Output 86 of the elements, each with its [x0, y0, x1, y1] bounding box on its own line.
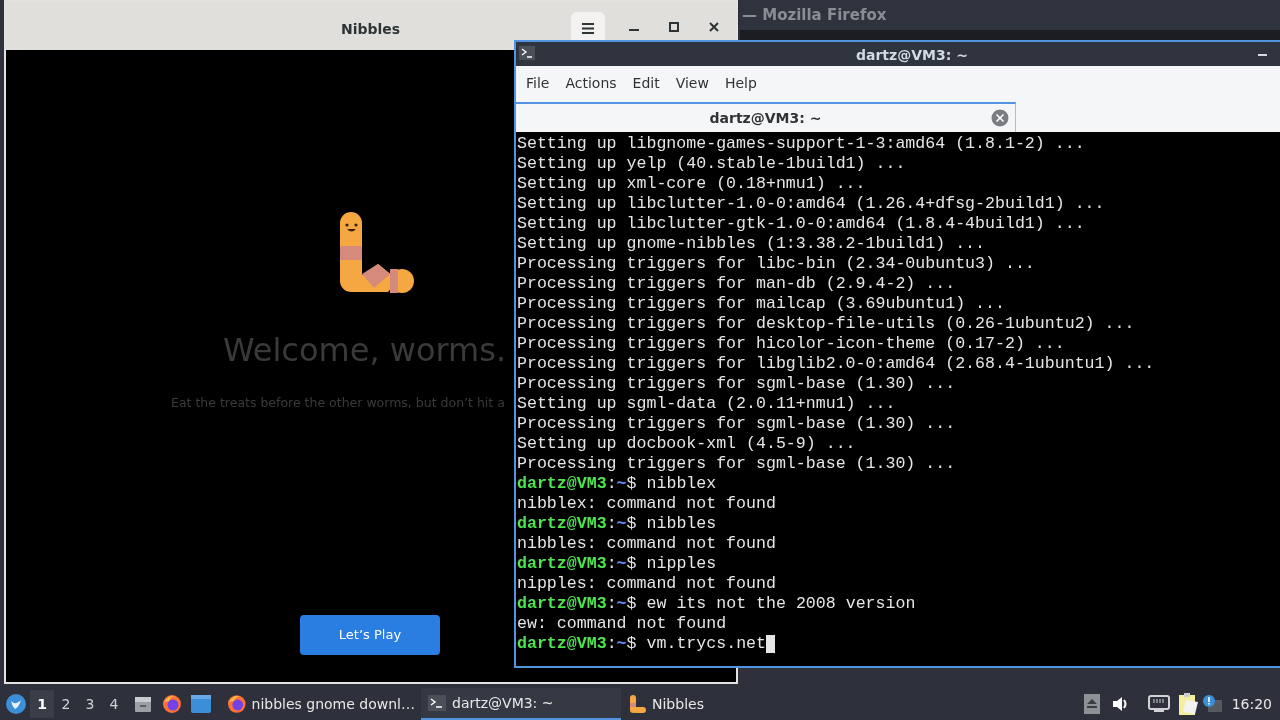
- window-title: — Mozilla Firefox: [742, 4, 887, 26]
- terminal-icon: [427, 693, 447, 713]
- menu-icon: [582, 22, 594, 34]
- terminal-command: vm.trycs.net: [646, 634, 767, 654]
- browser-icon[interactable]: [162, 694, 182, 714]
- prompt-path: ~: [616, 474, 627, 494]
- clipboard-icon[interactable]: [1177, 692, 1200, 716]
- welcome-heading: Welcome, worms.: [223, 330, 507, 371]
- workspace-button[interactable]: 4: [102, 690, 126, 718]
- eject-icon[interactable]: [1083, 694, 1100, 714]
- tab-label: dartz@VM3: ~: [709, 108, 822, 128]
- prompt-user: dartz@VM3: [517, 594, 607, 614]
- task-label: Nibbles: [652, 694, 704, 714]
- minimize-icon[interactable]: [629, 29, 639, 32]
- terminal-output-line: nipples: command not found: [517, 574, 777, 594]
- terminal-output-line: Processing triggers for sgml-base (1.30) ...: [517, 374, 957, 394]
- terminal-output-line: Processing triggers for mailcap (3.69ubuntu1) ...: [517, 294, 1006, 314]
- terminal-output-line: Setting up yelp (40.stable-1build1) ...: [517, 154, 907, 174]
- clock[interactable]: 16:20: [1231, 693, 1272, 715]
- prompt-user: dartz@VM3: [517, 514, 607, 534]
- prompt-path: ~: [616, 514, 627, 534]
- terminal-icon[interactable]: [519, 46, 535, 60]
- prompt-path: ~: [616, 554, 627, 574]
- menu-item[interactable]: Help: [716, 68, 765, 98]
- terminal-output-line: Setting up libclutter-1.0-0:amd64 (1.26.4+dfsg-2build1) ...: [517, 194, 1106, 214]
- prompt-sign: $: [626, 474, 637, 494]
- terminal-output-line: Setting up libclutter-gtk-1.0-0:amd64 (1.8.4-4build1) ...: [517, 214, 1086, 234]
- prompt-sign: $: [626, 594, 637, 614]
- prompt-sign: $: [626, 634, 637, 654]
- terminal-command: nipples: [646, 554, 717, 574]
- network-icon[interactable]: [1147, 695, 1170, 713]
- taskbar-button[interactable]: nibbles gnome downl…: [221, 688, 421, 720]
- terminal-output-line: Processing triggers for sgml-base (1.30) ...: [517, 414, 957, 434]
- maximize-icon[interactable]: [669, 22, 679, 32]
- terminal-tab[interactable]: dartz@VM3: ~: [516, 102, 1016, 132]
- start-menu-icon[interactable]: [6, 694, 26, 714]
- workspace-button[interactable]: 2: [54, 690, 78, 718]
- prompt-user: dartz@VM3: [517, 474, 607, 494]
- terminal-output-line: Processing triggers for desktop-file-utils (0.26-1ubuntu2) ...: [517, 314, 1136, 334]
- prompt-path: ~: [616, 594, 627, 614]
- prompt-user: dartz@VM3: [517, 634, 607, 654]
- menu-item[interactable]: Actions: [557, 68, 625, 98]
- taskbar-button[interactable]: dartz@VM3: ~: [421, 688, 621, 720]
- terminal-command: ew its not the 2008 version: [646, 594, 916, 614]
- workspace-button[interactable]: 3: [78, 690, 102, 718]
- prompt-sign: $: [626, 554, 637, 574]
- terminal-output-line: Setting up libgnome-games-support-1-3:amd64 (1.8.1-2) ...: [517, 134, 1086, 154]
- terminal-output-line: ew: command not found: [517, 614, 728, 634]
- notification-icon[interactable]: [1201, 694, 1222, 714]
- terminal-output-line: Processing triggers for hicolor-icon-theme (0.17-2) ...: [517, 334, 1066, 354]
- prompt-user: dartz@VM3: [517, 554, 607, 574]
- prompt-sign: $: [626, 514, 637, 534]
- terminal-output-line: Processing triggers for man-db (2.9.4-2) ...: [517, 274, 957, 294]
- menu-item[interactable]: Edit: [624, 68, 668, 98]
- prompt-separator: :: [606, 554, 617, 574]
- browser-icon: [227, 694, 247, 714]
- prompt-separator: :: [606, 474, 617, 494]
- terminal-output-line: Setting up docbook-xml (4.5-9) ...: [517, 434, 857, 454]
- close-tab-icon[interactable]: [991, 109, 1009, 127]
- terminal-output-line: nibbles: command not found: [517, 534, 777, 554]
- terminal-output-line: Setting up xml-core (0.18+nmu1) ...: [517, 174, 867, 194]
- play-button[interactable]: Let’s Play: [300, 615, 440, 655]
- terminal-output-line: Processing triggers for libc-bin (2.34-0ubuntu3) ...: [517, 254, 1036, 274]
- terminal-output-line: nibblex: command not found: [517, 494, 777, 514]
- taskbar-button[interactable]: Nibbles: [621, 688, 821, 720]
- menu-item[interactable]: View: [667, 68, 717, 98]
- menu-item[interactable]: File: [518, 68, 558, 98]
- prompt-path: ~: [616, 634, 627, 654]
- close-icon[interactable]: [709, 22, 719, 32]
- prompt-separator: :: [606, 514, 617, 534]
- window-title: Nibbles: [341, 20, 401, 39]
- task-label: nibbles gnome downl…: [251, 694, 415, 714]
- terminal-command: nibbles: [646, 514, 717, 534]
- task-label: dartz@VM3: ~: [452, 693, 554, 713]
- terminal-command: nibblex: [646, 474, 717, 494]
- window-title: dartz@VM3: ~: [856, 46, 968, 65]
- terminal-output-line: Setting up gnome-nibbles (1:3.38.2-1build1) ...: [517, 234, 987, 254]
- worm-icon: [627, 694, 647, 714]
- prompt-separator: :: [606, 634, 617, 654]
- file-manager-icon[interactable]: [134, 695, 152, 713]
- prompt-separator: :: [606, 594, 617, 614]
- terminal-output-line: Processing triggers for sgml-base (1.30) ...: [517, 454, 957, 474]
- terminal-output-line: Processing triggers for libglib2.0-0:amd64 (2.68.4-1ubuntu1) ...: [517, 354, 1156, 374]
- terminal-output-line: Setting up sgml-data (2.0.11+nmu1) ...: [517, 394, 897, 414]
- workspace-button[interactable]: 1: [30, 690, 54, 718]
- welcome-subtitle: Eat the treats before the other worms, but don’t hit a: [171, 394, 505, 412]
